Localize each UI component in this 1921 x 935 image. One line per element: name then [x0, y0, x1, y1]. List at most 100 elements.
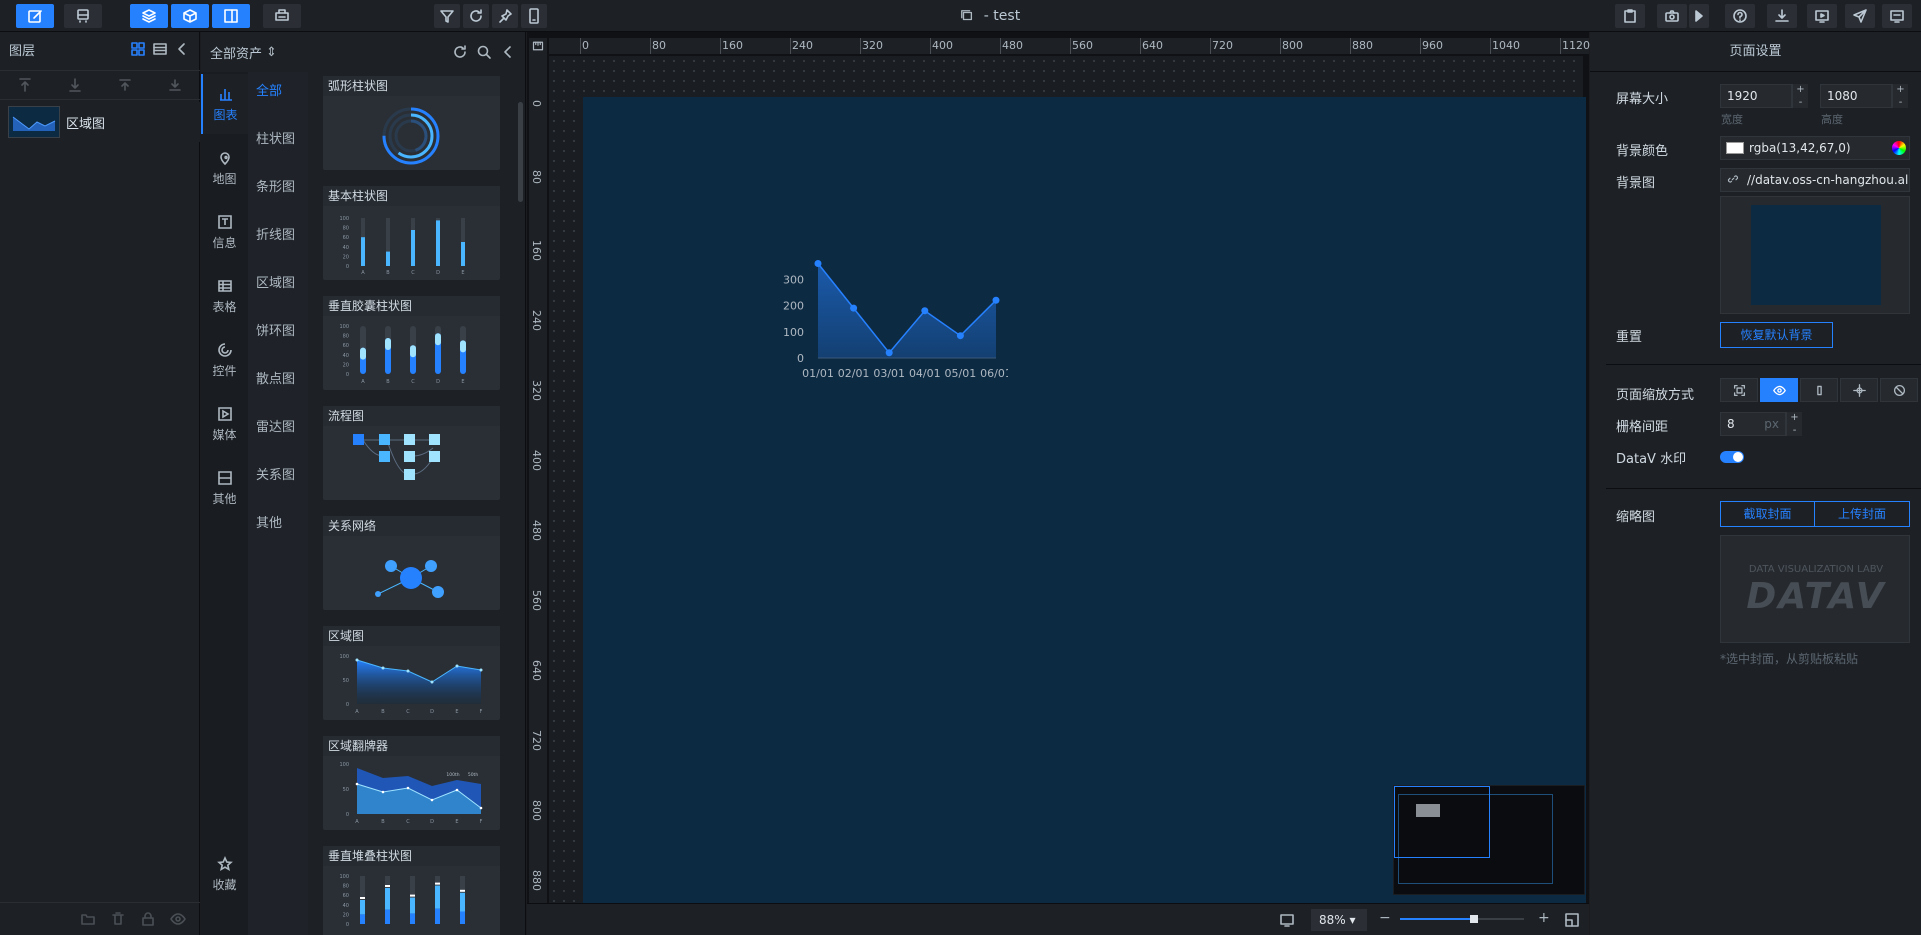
scale-none-button[interactable] [1880, 378, 1918, 402]
subcategory-item[interactable]: 散点图 [248, 368, 308, 387]
component-card-network[interactable]: 关系网络 [323, 516, 500, 610]
zoom-out-button[interactable]: − [1379, 910, 1391, 926]
ruler-toggle-icon[interactable] [529, 38, 547, 54]
eye-icon[interactable] [170, 911, 186, 927]
component-preview [375, 560, 444, 598]
restore-default-bg-button[interactable]: 恢复默认背景 [1720, 322, 1833, 348]
category-text[interactable]: 信息 [201, 202, 248, 262]
screen-height-stepper[interactable]: + - [1892, 84, 1908, 108]
fit-screen-icon[interactable] [1279, 912, 1295, 928]
move-up-icon[interactable] [117, 71, 133, 99]
snapshot-button[interactable] [1657, 4, 1687, 28]
category-control[interactable]: 控件 [201, 330, 248, 390]
subcategory-item[interactable]: 折线图 [248, 224, 308, 243]
screen-height-input[interactable]: 1080 [1820, 84, 1892, 108]
collapse-panel-icon[interactable] [174, 41, 190, 57]
scale-width-button[interactable] [1760, 378, 1798, 402]
capture-cover-button[interactable]: 截取封面 [1720, 501, 1815, 527]
color-swatch[interactable] [1726, 142, 1744, 154]
subcategory-item[interactable]: 全部 [248, 80, 308, 99]
refresh-icon[interactable] [452, 44, 468, 60]
zoom-in-button[interactable]: + [1538, 910, 1550, 926]
area-chart[interactable]: 300 200 100 0 01/01 02/0103/01 04/01 05/0106/01 [778, 245, 1008, 385]
vertical-ruler[interactable]: 0 80 160 240 320 400 480 560 640 720 800 880 [529, 54, 547, 916]
screen-width-stepper[interactable]: + - [1792, 84, 1808, 108]
component-card-arc[interactable]: 弧形柱状图 [323, 76, 500, 170]
bg-image-url-input[interactable]: //datav.oss-cn-hangzhou.aliyu [1720, 168, 1910, 192]
panel-toggle-button[interactable] [212, 4, 250, 28]
horizontal-ruler[interactable]: 0 80 160 240 320 400 480 560 640 720 800 880 960 1040… [549, 38, 1590, 54]
scale-height-button[interactable] [1800, 378, 1838, 402]
clipboard-button[interactable] [1615, 4, 1645, 28]
list-view-icon[interactable] [152, 41, 168, 57]
filter-button[interactable] [434, 4, 460, 28]
subcategory-item[interactable]: 区域图 [248, 272, 308, 291]
bus-mode-button[interactable] [64, 4, 102, 28]
download-button[interactable] [1767, 4, 1797, 28]
delete-icon[interactable] [110, 911, 126, 927]
zoom-slider[interactable] [1400, 915, 1524, 923]
move-top-icon[interactable] [17, 71, 33, 99]
color-picker-icon[interactable] [1892, 141, 1906, 155]
move-down-icon[interactable] [167, 71, 183, 99]
category-favorites[interactable]: 收藏 [201, 844, 248, 904]
component-card-area2[interactable]: 区域翻牌器 100 50 0 100th 50th A B C D E F [323, 736, 500, 830]
category-map-pin[interactable]: 地图 [201, 138, 248, 198]
lock-icon[interactable] [140, 911, 156, 927]
subcategory-item[interactable]: 条形图 [248, 176, 308, 195]
subcategory-item[interactable]: 其他 [248, 512, 308, 531]
refresh-button[interactable] [463, 4, 489, 28]
scrollbar[interactable] [518, 102, 523, 202]
screen-width-input[interactable]: 1920 [1720, 84, 1792, 108]
watermark-toggle[interactable] [1720, 451, 1744, 463]
bg-color-input[interactable]: rgba(13,42,67,0) [1720, 136, 1910, 160]
monitor-button[interactable] [1882, 4, 1912, 28]
grid-spacing-input[interactable]: 8 px [1720, 412, 1786, 436]
minimap[interactable] [1393, 785, 1585, 895]
folder-icon[interactable] [80, 911, 96, 927]
subcategory-item[interactable]: 关系图 [248, 464, 308, 483]
svg-text:B: B [386, 379, 390, 385]
grid-spacing-stepper[interactable]: + - [1786, 412, 1802, 436]
bg-image-preview[interactable] [1720, 196, 1910, 314]
category-table[interactable]: 表格 [201, 266, 248, 326]
zoom-select[interactable]: 88% ▾ [1311, 909, 1367, 931]
subcategory-item[interactable]: 雷达图 [248, 416, 308, 435]
component-card-area[interactable]: 区域图 100 50 0 A B C D E F [323, 626, 500, 720]
publish-button[interactable] [1845, 4, 1875, 28]
pin-button[interactable] [492, 4, 518, 28]
play-button[interactable] [1689, 4, 1709, 28]
asset-filter-dropdown[interactable]: 全部资产 [210, 43, 262, 62]
mobile-button[interactable] [521, 4, 547, 28]
component-card-flow[interactable]: 流程图 [323, 406, 500, 500]
category-other[interactable]: 其他 [201, 458, 248, 518]
grid-view-icon[interactable] [130, 41, 146, 57]
edit-mode-button[interactable] [16, 4, 54, 28]
layer-item[interactable]: 区域图 [0, 102, 200, 142]
scale-full-button[interactable] [1840, 378, 1878, 402]
sort-icon[interactable]: ⇕ [266, 45, 277, 60]
upload-cover-button[interactable]: 上传封面 [1815, 501, 1910, 527]
move-bottom-icon[interactable] [67, 71, 83, 99]
minimap-toggle-icon[interactable] [1564, 912, 1580, 928]
svg-text:B: B [381, 709, 385, 715]
minimap-viewport[interactable] [1394, 786, 1490, 858]
search-icon[interactable] [476, 44, 492, 60]
help-button[interactable] [1725, 4, 1755, 28]
subcategory-item[interactable]: 饼环图 [248, 320, 308, 339]
component-card-stack[interactable]: 垂直堆叠柱状图 100 80 60 40 20 0 [323, 846, 500, 935]
cover-preview[interactable]: DATA VISUALIZATION LABV DATAV [1720, 535, 1910, 643]
component-card-bar[interactable]: 基本柱状图 100 80 60 40 20 0 A B C D E [323, 186, 500, 280]
subcategory-item[interactable]: 柱状图 [248, 128, 308, 147]
scale-fit-button[interactable] [1720, 378, 1758, 402]
layers-toggle-button[interactable] [130, 4, 168, 28]
screen-canvas[interactable]: 300 200 100 0 01/01 02/0103/01 04/01 05/0106/01 [583, 97, 1586, 904]
components-toggle-button[interactable] [171, 4, 209, 28]
collapse-panel-icon[interactable] [500, 44, 516, 60]
zoom-slider-handle[interactable] [1470, 915, 1479, 923]
component-card-capsule[interactable]: 垂直胶囊柱状图 100 80 60 40 20 0 A B C D E [323, 296, 500, 390]
preview-button[interactable] [1807, 4, 1837, 28]
category-media[interactable]: 媒体 [201, 394, 248, 454]
toolbox-button[interactable] [263, 4, 301, 28]
category-bar-chart[interactable]: 图表 [201, 74, 248, 134]
